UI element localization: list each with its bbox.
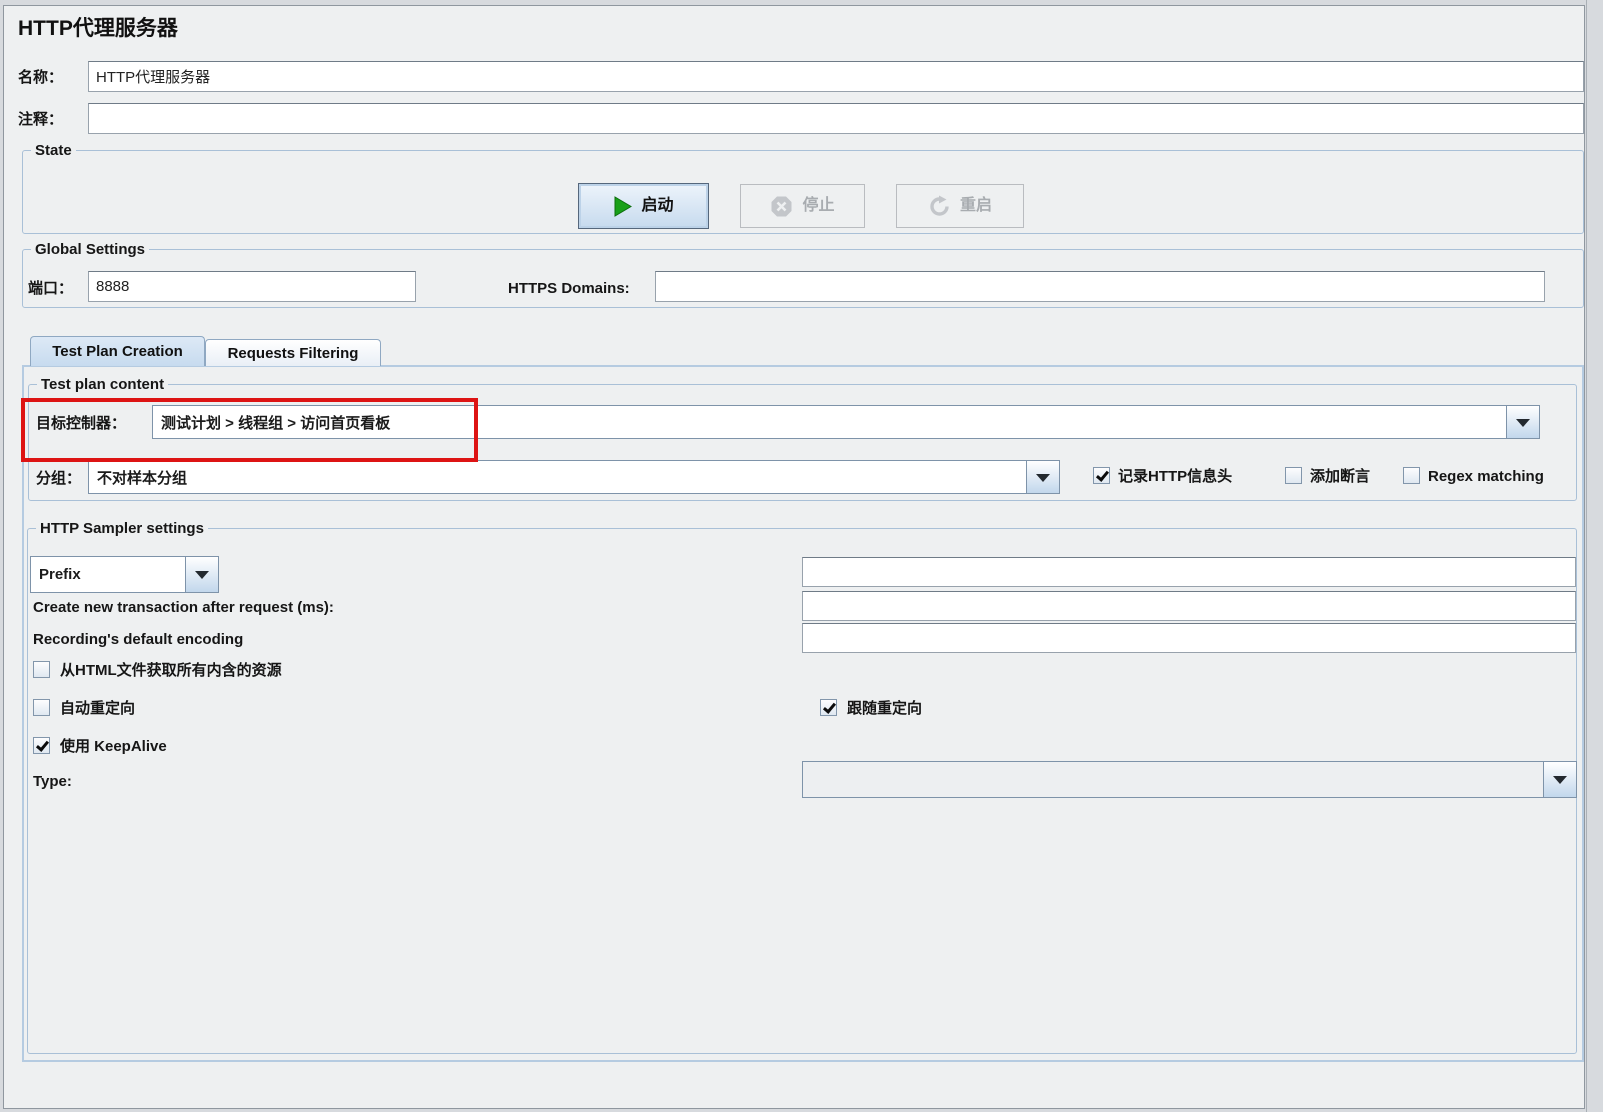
restart-button[interactable]: 重启 (896, 184, 1024, 228)
port-input[interactable] (88, 271, 416, 302)
use-keepalive-checkbox[interactable] (33, 737, 50, 754)
stop-icon (770, 195, 793, 218)
port-label: 端口： (28, 279, 73, 298)
encoding-input[interactable] (802, 623, 1576, 653)
stop-button[interactable]: 停止 (740, 184, 865, 228)
type-label: Type: (33, 772, 72, 791)
http-sampler-settings-title: HTTP Sampler settings (36, 519, 208, 538)
tab-test-plan-creation[interactable]: Test Plan Creation (30, 336, 205, 366)
add-assertions-label: 添加断言 (1310, 467, 1370, 486)
start-button-label: 启动 (641, 196, 673, 216)
grouping-combobox[interactable]: 不对样本分组 (88, 460, 1060, 494)
transaction-label: Create new transaction after request (ms… (33, 598, 334, 617)
retrieve-resources-label: 从HTML文件获取所有内含的资源 (60, 661, 282, 680)
use-keepalive-label: 使用 KeepAlive (60, 737, 167, 756)
annotation-highlight-box (21, 398, 478, 462)
stop-button-label: 停止 (802, 196, 834, 216)
test-plan-content-title: Test plan content (37, 375, 168, 394)
page-title: HTTP代理服务器 (18, 12, 178, 42)
auto-redirect-checkbox[interactable] (33, 699, 50, 716)
https-domains-label: HTTPS Domains: (508, 279, 630, 298)
play-icon (613, 196, 632, 217)
global-settings-title: Global Settings (31, 240, 149, 259)
regex-matching-label: Regex matching (1428, 467, 1544, 486)
follow-redirects-label: 跟随重定向 (847, 699, 922, 718)
restart-icon (928, 195, 951, 218)
window-right-edge (1586, 0, 1603, 1112)
follow-redirects-checkbox[interactable] (820, 699, 837, 716)
name-label: 名称： (18, 68, 63, 87)
restart-button-label: 重启 (960, 196, 992, 216)
add-assertions-checkbox[interactable] (1285, 467, 1302, 484)
tab-requests-filtering[interactable]: Requests Filtering (205, 339, 381, 366)
state-group-title: State (31, 141, 76, 160)
comments-label: 注释： (18, 110, 63, 129)
grouping-label: 分组： (36, 469, 81, 488)
type-value (803, 762, 1543, 797)
transaction-input[interactable] (802, 591, 1576, 621)
retrieve-resources-checkbox[interactable] (33, 661, 50, 678)
chevron-down-icon[interactable] (1026, 461, 1059, 493)
chevron-down-icon[interactable] (1543, 762, 1576, 797)
comments-input[interactable] (88, 103, 1584, 134)
start-button[interactable]: 启动 (578, 183, 709, 229)
grouping-value: 不对样本分组 (89, 461, 1026, 493)
capture-headers-label: 记录HTTP信息头 (1118, 467, 1232, 486)
auto-redirect-label: 自动重定向 (60, 699, 135, 718)
type-combobox[interactable] (802, 761, 1577, 798)
jmeter-proxy-window: HTTP代理服务器 名称： 注释： State 启动 停止 重启 (0, 0, 1603, 1112)
chevron-down-icon[interactable] (1506, 406, 1539, 438)
https-domains-input[interactable] (655, 271, 1545, 302)
prefix-input[interactable] (802, 557, 1576, 587)
name-input[interactable] (88, 61, 1584, 92)
capture-headers-checkbox[interactable] (1093, 467, 1110, 484)
prefix-value: Prefix (31, 557, 185, 592)
encoding-label: Recording's default encoding (33, 630, 243, 649)
regex-matching-checkbox[interactable] (1403, 467, 1420, 484)
chevron-down-icon[interactable] (185, 557, 218, 592)
prefix-combobox[interactable]: Prefix (30, 556, 219, 593)
